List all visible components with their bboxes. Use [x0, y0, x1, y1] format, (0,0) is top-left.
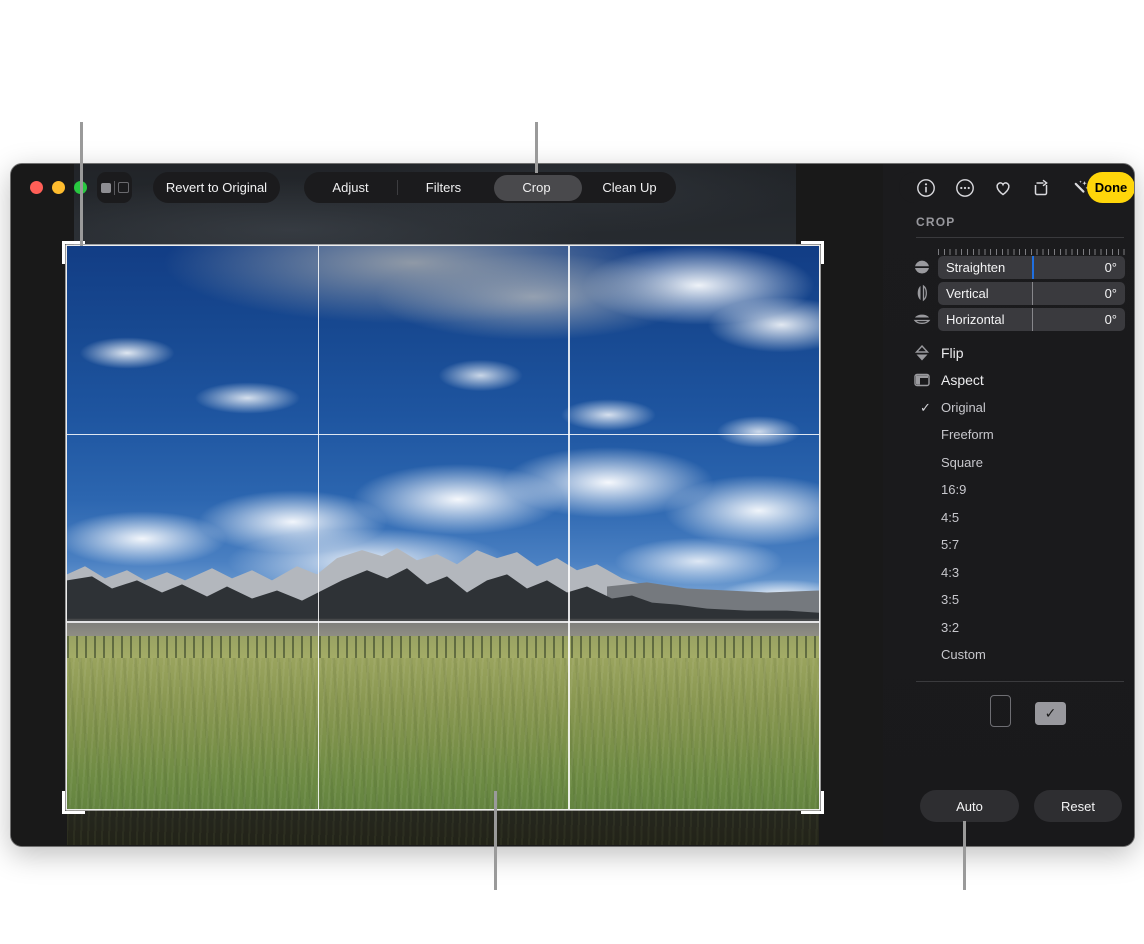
crop-grid-horizontal-1 [67, 434, 819, 435]
straighten-value: 0° [1105, 260, 1117, 275]
aspect-option-5-7[interactable]: 5:7 [883, 531, 1134, 558]
info-icon[interactable] [915, 177, 937, 199]
compare-filled-square-icon [101, 183, 111, 193]
landscape-checkmark-icon: ✓ [1045, 705, 1057, 722]
rotate-icon[interactable] [1030, 177, 1052, 199]
straighten-slider[interactable]: Straighten 0° [938, 256, 1125, 279]
done-button[interactable]: Done [1087, 172, 1135, 203]
auto-button[interactable]: Auto [920, 790, 1019, 822]
favorite-heart-icon[interactable] [992, 177, 1014, 199]
minimize-button[interactable] [52, 181, 65, 194]
compare-original-button[interactable] [97, 172, 132, 203]
aspect-option-4-3[interactable]: 4:3 [883, 559, 1134, 586]
orientation-landscape-toggle[interactable]: ✓ [1035, 702, 1066, 725]
vertical-indicator [1032, 282, 1034, 305]
tab-clean-up[interactable]: Clean Up [583, 172, 676, 203]
aspect-icon [913, 371, 931, 389]
close-button[interactable] [30, 181, 43, 194]
flip-button[interactable]: Flip [913, 344, 964, 362]
sidebar-divider-bottom [916, 681, 1124, 682]
tab-crop[interactable]: Crop [490, 172, 583, 203]
sidebar-header: CROP [916, 215, 955, 229]
aspect-option-original[interactable]: ✓ Original [883, 394, 1134, 421]
aspect-option-3-5[interactable]: 3:5 [883, 586, 1134, 613]
photo-outside-crop-bottom [67, 809, 819, 845]
straighten-indicator [1032, 256, 1035, 279]
horizontal-perspective-icon [913, 310, 931, 328]
aspect-option-3-2[interactable]: 3:2 [883, 614, 1134, 641]
aspect-option-square[interactable]: Square [883, 449, 1134, 476]
aspect-option-16-9[interactable]: 16:9 [883, 476, 1134, 503]
aspect-option-4-5[interactable]: 4:5 [883, 504, 1134, 531]
horizontal-label: Horizontal [946, 312, 1005, 327]
crop-handle-bottom-right[interactable] [801, 791, 824, 814]
vertical-slider[interactable]: Vertical 0° [938, 282, 1125, 305]
photos-edit-window: Revert to Original Adjust Filters Crop C… [10, 163, 1135, 847]
vertical-value: 0° [1105, 286, 1117, 301]
vertical-perspective-icon [913, 284, 931, 302]
orientation-portrait-toggle[interactable] [990, 695, 1011, 727]
callout-line-crop-tab [535, 122, 538, 173]
aspect-option-custom[interactable]: Custom [883, 641, 1134, 668]
aspect-option-freeform[interactable]: Freeform [883, 421, 1134, 448]
edit-mode-segmented-control: Adjust Filters Crop Clean Up [304, 172, 676, 203]
toolbar-icon-cluster [899, 172, 1107, 203]
callout-line-photo [494, 791, 497, 890]
compare-outline-square-icon [118, 182, 129, 193]
crop-handle-top-right[interactable] [801, 241, 824, 264]
crop-grid-vertical-2 [568, 246, 569, 809]
checkmark-icon: ✓ [920, 400, 934, 416]
horizontal-slider[interactable]: Horizontal 0° [938, 308, 1125, 331]
crop-sidebar: CROP Straighten 0° Vertical 0° [883, 164, 1134, 846]
crop-frame[interactable] [67, 246, 819, 809]
crop-handle-bottom-left[interactable] [62, 791, 85, 814]
reset-button[interactable]: Reset [1034, 790, 1122, 822]
more-options-icon[interactable] [954, 177, 976, 199]
flip-label: Flip [941, 345, 964, 361]
flip-icon [913, 344, 931, 362]
straighten-label: Straighten [946, 260, 1005, 275]
tab-filters[interactable]: Filters [397, 172, 490, 203]
crop-grid-vertical-1 [318, 246, 319, 809]
horizontal-indicator [1032, 308, 1034, 331]
sidebar-divider-top [916, 237, 1124, 238]
compare-divider [114, 181, 115, 195]
crop-grid-horizontal-2 [67, 621, 819, 622]
aspect-label: Aspect [941, 372, 984, 388]
vertical-label: Vertical [946, 286, 989, 301]
callout-line-crop-handle [80, 122, 83, 246]
straighten-icon [913, 258, 931, 276]
revert-to-original-button[interactable]: Revert to Original [153, 172, 280, 203]
horizontal-value: 0° [1105, 312, 1117, 327]
tab-adjust[interactable]: Adjust [304, 172, 397, 203]
straighten-ruler-ticks [938, 249, 1125, 255]
photo-canvas: Revert to Original Adjust Filters Crop C… [11, 164, 883, 846]
callout-line-auto-button [963, 821, 966, 890]
aspect-button[interactable]: Aspect [913, 371, 984, 389]
